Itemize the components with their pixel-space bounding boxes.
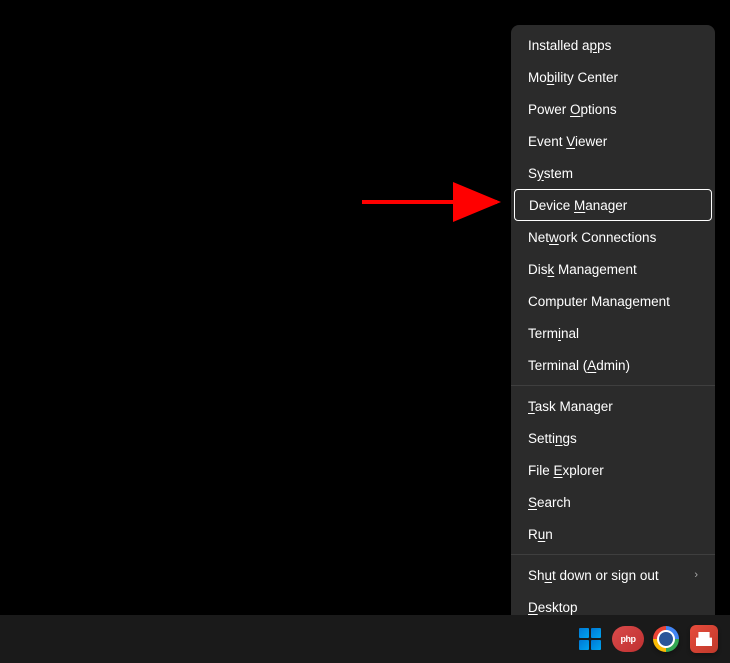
menu-item-task-manager[interactable]: Task Manager [514,390,712,422]
menu-item-label: Desktop [528,600,578,615]
menu-item-computer-management[interactable]: Computer Management [514,285,712,317]
watermark-badge: php [612,623,644,655]
menu-item-terminal-admin[interactable]: Terminal (Admin) [514,349,712,381]
menu-item-run[interactable]: Run [514,518,712,550]
menu-item-label: System [528,166,573,181]
store-icon [690,625,718,653]
menu-item-label: Event Viewer [528,134,607,149]
tray-app-icon[interactable] [688,623,720,655]
menu-item-label: Mobility Center [528,70,618,85]
menu-item-label: Installed apps [528,38,611,53]
menu-item-label: Search [528,495,571,510]
chevron-right-icon: › [694,569,698,581]
menu-item-device-manager[interactable]: Device Manager [514,189,712,221]
winx-context-menu: Installed apps Mobility Center Power Optio… [511,25,715,627]
menu-item-label: Power Options [528,102,617,117]
menu-item-label: Device Manager [529,198,627,213]
menu-item-search[interactable]: Search [514,486,712,518]
menu-item-label: File Explorer [528,463,604,478]
browser-taskbar-icon[interactable] [650,623,682,655]
menu-item-label: Task Manager [528,399,613,414]
menu-item-label: Network Connections [528,230,656,245]
menu-item-system[interactable]: System [514,157,712,189]
menu-item-label: Terminal (Admin) [528,358,630,373]
menu-item-settings[interactable]: Settings [514,422,712,454]
menu-item-power-options[interactable]: Power Options [514,93,712,125]
start-button[interactable] [574,623,606,655]
php-watermark: php [612,626,644,652]
windows-logo-icon [579,628,601,650]
menu-item-installed-apps[interactable]: Installed apps [514,29,712,61]
menu-item-disk-management[interactable]: Disk Management [514,253,712,285]
taskbar: php [0,615,730,663]
menu-item-label: Terminal [528,326,579,341]
desktop-area: Installed apps Mobility Center Power Optio… [0,0,730,615]
menu-item-shut-down-or-sign-out[interactable]: Shut down or sign out › [514,559,712,591]
menu-item-label: Settings [528,431,577,446]
menu-item-file-explorer[interactable]: File Explorer [514,454,712,486]
annotation-arrow [362,192,512,212]
menu-item-label: Disk Management [528,262,637,277]
menu-divider [511,554,715,555]
menu-item-label: Computer Management [528,294,670,309]
menu-divider [511,385,715,386]
browser-icon [653,626,679,652]
menu-item-terminal[interactable]: Terminal [514,317,712,349]
menu-item-network-connections[interactable]: Network Connections [514,221,712,253]
menu-item-label: Shut down or sign out [528,568,659,583]
menu-item-label: Run [528,527,553,542]
menu-item-event-viewer[interactable]: Event Viewer [514,125,712,157]
menu-item-mobility-center[interactable]: Mobility Center [514,61,712,93]
